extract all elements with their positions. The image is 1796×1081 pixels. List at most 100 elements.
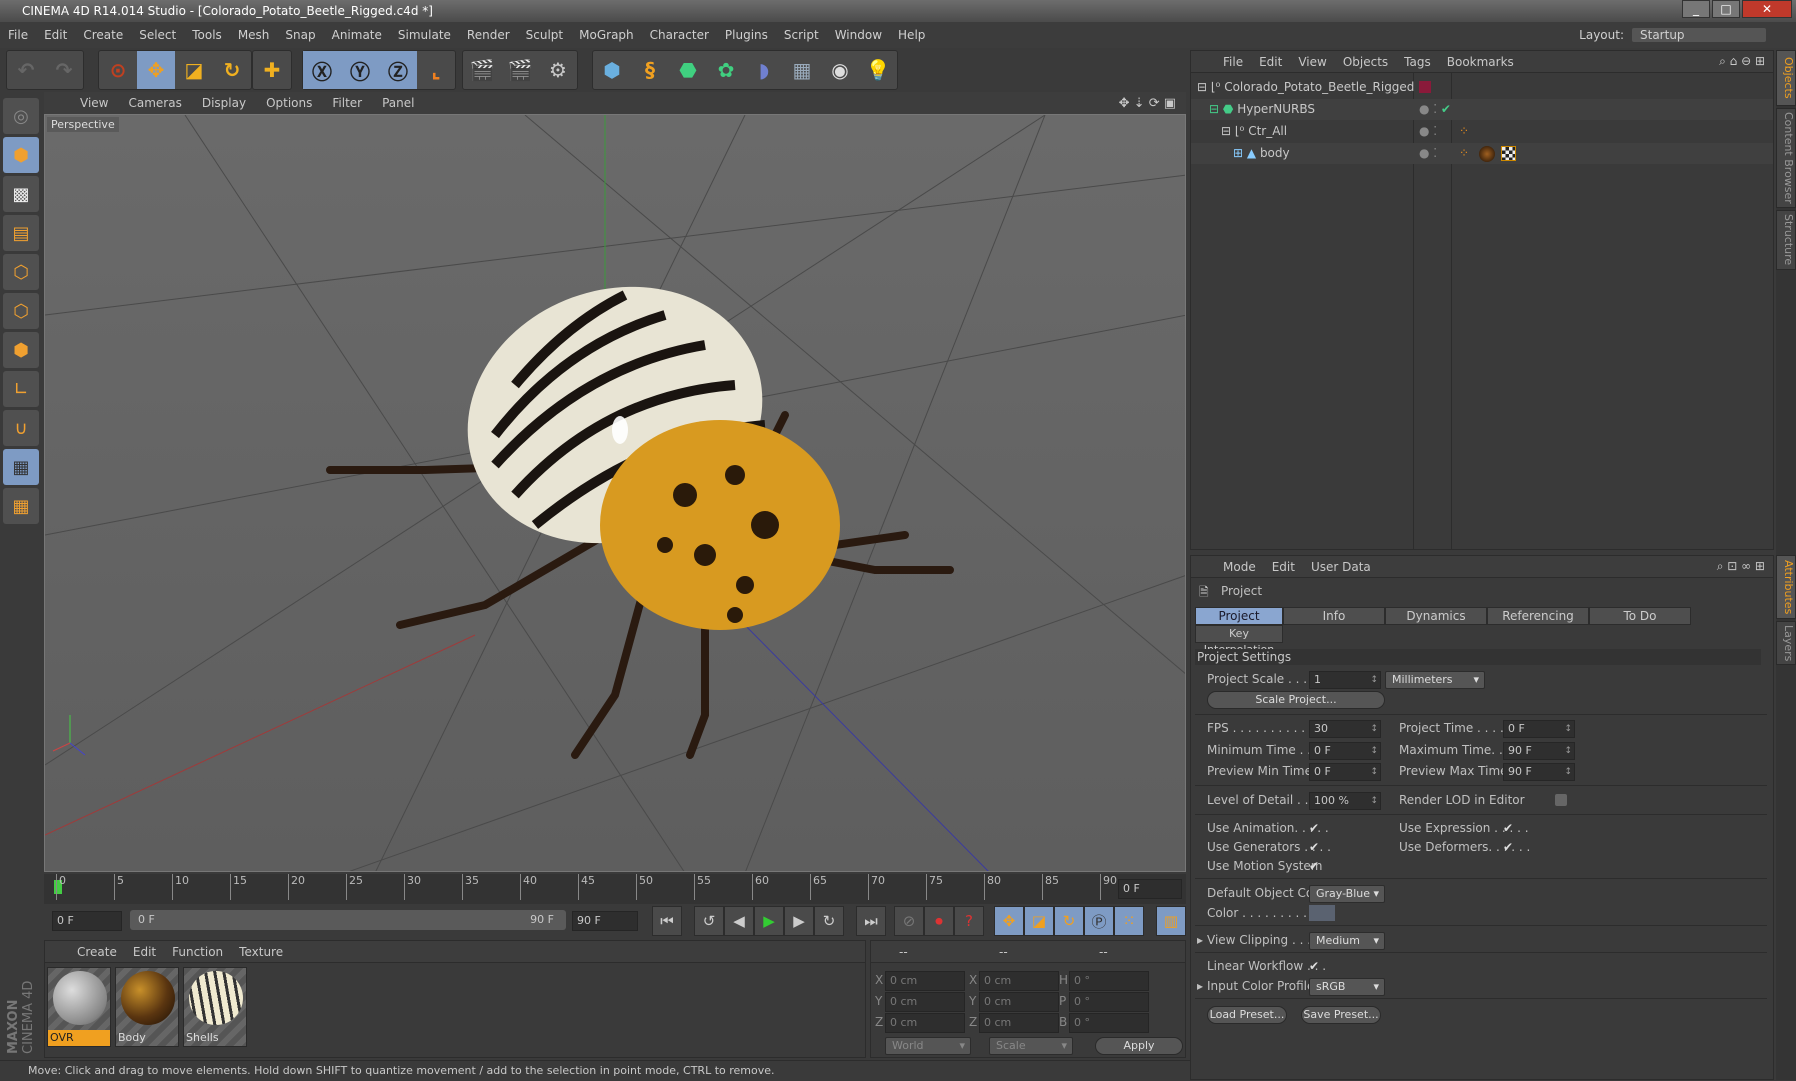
weight-tag-icon[interactable]: ⁘	[1459, 143, 1469, 164]
use-deformers-checkbox[interactable]: ✔	[1503, 841, 1515, 853]
light-icon[interactable]: 💡	[859, 51, 897, 89]
array-icon[interactable]: ✿	[707, 51, 745, 89]
load-preset-button[interactable]: Load Preset...	[1207, 1006, 1287, 1024]
add-icon[interactable]: ✚	[253, 51, 291, 89]
object-row-ctr-all[interactable]: ⊟ ⌊⁰ Ctr_All ● ⁚ ⁘	[1191, 121, 1773, 142]
material-menu-edit[interactable]: Edit	[125, 945, 164, 959]
use-animation-checkbox[interactable]: ✔	[1309, 822, 1321, 834]
project-scale-input[interactable]: 1	[1309, 671, 1381, 689]
play-icon[interactable]: ▶	[754, 906, 784, 936]
render-picture-viewer-icon[interactable]: 🎬	[501, 51, 539, 89]
preview-min-time-input[interactable]: 0 F	[1309, 763, 1381, 781]
cube-icon[interactable]: ⬢	[593, 51, 631, 89]
use-motion-system-checkbox[interactable]: ✔	[1309, 860, 1321, 872]
menu-snap[interactable]: Snap	[277, 28, 323, 42]
workplane-lock-icon[interactable]: ▦	[3, 449, 39, 485]
tab-dynamics[interactable]: Dynamics	[1385, 607, 1487, 625]
start-frame-field[interactable]: 0 F	[52, 911, 122, 931]
attr-menu-edit[interactable]: Edit	[1264, 560, 1303, 574]
tab-info[interactable]: Info	[1283, 607, 1385, 625]
material-menu-function[interactable]: Function	[164, 945, 231, 959]
attr-menu-mode[interactable]: Mode	[1215, 560, 1264, 574]
viewport-menu-cameras[interactable]: Cameras	[118, 96, 191, 110]
model-mode-icon[interactable]: ⬢	[3, 137, 39, 173]
menu-select[interactable]: Select	[131, 28, 184, 42]
objects-menu-objects[interactable]: Objects	[1335, 55, 1396, 69]
color-swatch[interactable]	[1309, 905, 1335, 921]
menu-render[interactable]: Render	[459, 28, 518, 42]
menu-plugins[interactable]: Plugins	[717, 28, 776, 42]
coord-value-field[interactable]: 0 °	[1069, 1013, 1149, 1033]
key-point-level-icon[interactable]: ⁙	[1114, 906, 1144, 936]
object-row-hypernurbs[interactable]: ⊟ ⬣ HyperNURBS ● ⁚ ✔	[1191, 99, 1773, 120]
object-row-body[interactable]: ⊞ ▲ body ● ⁚ ⁘	[1191, 143, 1773, 164]
previous-key-icon[interactable]: ↺	[694, 906, 724, 936]
uvw-tag-icon[interactable]	[1501, 146, 1516, 161]
objects-menu-view[interactable]: View	[1290, 55, 1334, 69]
points-mode-icon[interactable]: ⬡	[3, 254, 39, 290]
y-axis-icon[interactable]: Ⓨ	[341, 51, 379, 89]
visibility-dots-icon[interactable]: ● ⁚	[1419, 121, 1437, 142]
maximum-time-input[interactable]: 90 F	[1503, 742, 1575, 760]
render-lod-checkbox[interactable]	[1555, 794, 1567, 806]
default-object-color-select[interactable]: Gray-Blue	[1309, 885, 1385, 903]
next-frame-icon[interactable]: ▶	[784, 906, 814, 936]
live-select-icon[interactable]: ⊙	[99, 51, 137, 89]
edges-mode-icon[interactable]: ⬡	[3, 293, 39, 329]
menu-script[interactable]: Script	[776, 28, 827, 42]
hypernurbs-icon[interactable]: ⬣	[669, 51, 707, 89]
tab-project-settings[interactable]: Project Settings	[1195, 607, 1283, 639]
render-settings-icon[interactable]: ⚙	[539, 51, 577, 89]
side-tab-attributes[interactable]: Attributes	[1776, 555, 1796, 619]
close-button[interactable]: ✕	[1742, 0, 1792, 18]
objects-menu-bookmarks[interactable]: Bookmarks	[1439, 55, 1522, 69]
side-tab-structure[interactable]: Structure	[1776, 210, 1796, 270]
undo-icon[interactable]: ↶	[7, 51, 45, 89]
make-editable-icon[interactable]: ◎	[3, 98, 39, 134]
key-position-icon[interactable]: ✥	[994, 906, 1024, 936]
coord-value-field[interactable]: 0 cm	[885, 971, 965, 991]
axis-mode-icon[interactable]: ∟	[3, 371, 39, 407]
polygons-mode-icon[interactable]: ⬢	[3, 332, 39, 368]
menu-create[interactable]: Create	[75, 28, 131, 42]
minimize-button[interactable]: _	[1682, 0, 1710, 18]
menu-file[interactable]: File	[0, 28, 36, 42]
redo-icon[interactable]: ↷	[45, 51, 83, 89]
key-rotation-icon[interactable]: ↻	[1054, 906, 1084, 936]
linear-workflow-checkbox[interactable]: ✔	[1309, 960, 1321, 972]
menu-help[interactable]: Help	[890, 28, 933, 42]
side-tab-layers[interactable]: Layers	[1776, 621, 1796, 665]
scale-icon[interactable]: ◪	[175, 51, 213, 89]
project-scale-unit-select[interactable]: Millimeters	[1385, 671, 1485, 689]
tab-key-interpolation[interactable]: Key Interpolation	[1195, 625, 1283, 656]
level-of-detail-input[interactable]: 100 %	[1309, 792, 1381, 810]
coordinate-system-icon[interactable]: ⌞	[417, 51, 455, 89]
coord-value-field[interactable]: 0 cm	[885, 1013, 965, 1033]
use-expression-checkbox[interactable]: ✔	[1503, 822, 1515, 834]
x-axis-icon[interactable]: Ⓧ	[303, 51, 341, 89]
coord-value-field[interactable]: 0 cm	[979, 1013, 1059, 1033]
record-keys-icon[interactable]: ⊘	[894, 906, 924, 936]
attr-menu-user-data[interactable]: User Data	[1303, 560, 1379, 574]
material-shells[interactable]: Shells	[183, 967, 247, 1047]
viewport-menu-display[interactable]: Display	[192, 96, 256, 110]
end-frame-field[interactable]: 90 F	[572, 911, 638, 931]
preview-max-time-input[interactable]: 90 F	[1503, 763, 1575, 781]
search-icon[interactable]: ⌕ ⌂ ⊖ ⊞	[1711, 54, 1773, 69]
auto-keying-icon[interactable]: ⏺	[924, 906, 954, 936]
key-scale-icon[interactable]: ◪	[1024, 906, 1054, 936]
scale-project-button[interactable]: Scale Project...	[1207, 691, 1385, 709]
objects-menu-tags[interactable]: Tags	[1396, 55, 1439, 69]
side-tab-objects[interactable]: Objects	[1776, 50, 1796, 106]
go-to-end-icon[interactable]: ⏭	[856, 906, 886, 936]
workplane-icon[interactable]: ▤	[3, 215, 39, 251]
minimum-time-input[interactable]: 0 F	[1309, 742, 1381, 760]
viewport-menu-panel[interactable]: Panel	[372, 96, 424, 110]
snap-icon[interactable]: ∪	[3, 410, 39, 446]
fps-input[interactable]: 30	[1309, 720, 1381, 738]
spline-icon[interactable]: §	[631, 51, 669, 89]
3d-viewport[interactable]: Perspective	[44, 114, 1186, 872]
coord-mode-select[interactable]: Scale	[989, 1037, 1073, 1055]
current-frame-field[interactable]: 0 F	[1118, 879, 1182, 899]
save-preset-button[interactable]: Save Preset...	[1301, 1006, 1381, 1024]
